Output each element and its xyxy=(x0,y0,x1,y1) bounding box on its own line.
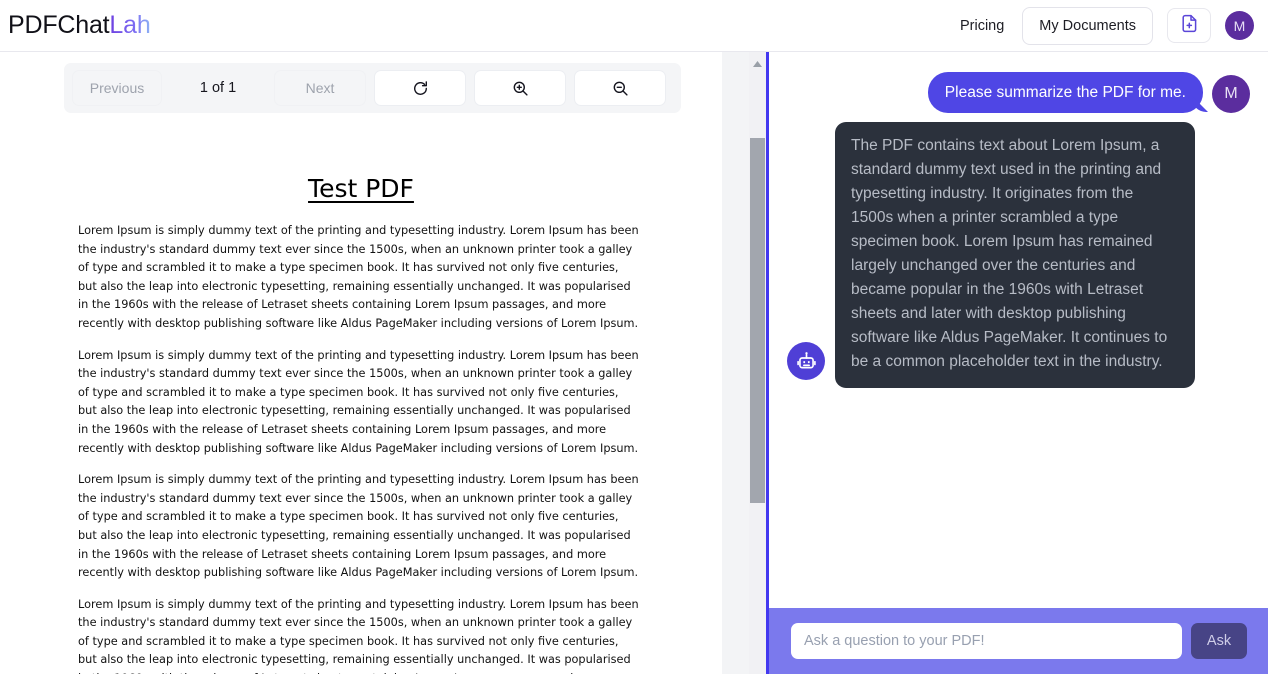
chat-message-list: Please summarize the PDF for me. M The P… xyxy=(769,52,1268,612)
brand-name-accent: Lah xyxy=(109,11,151,39)
pdf-previous-button[interactable]: Previous xyxy=(72,70,162,106)
pdf-scrollbar-thumb[interactable] xyxy=(750,138,765,503)
user-avatar: M xyxy=(1212,75,1250,113)
pdf-document-title: Test PDF xyxy=(308,174,414,203)
pdf-scrollbar[interactable] xyxy=(749,52,766,674)
chat-composer: Ask xyxy=(769,608,1268,674)
rotate-clockwise-icon xyxy=(412,80,429,97)
my-documents-button[interactable]: My Documents xyxy=(1022,6,1153,45)
zoom-in-icon xyxy=(512,80,529,97)
pdf-page-indicator: 1 of 1 xyxy=(199,80,237,96)
header-actions: Pricing My Documents M xyxy=(956,6,1254,45)
pdf-paragraph: Lorem Ipsum is simply dummy text of the … xyxy=(78,597,639,674)
header-avatar[interactable]: M xyxy=(1225,11,1254,40)
pdf-paragraph: Lorem Ipsum is simply dummy text of the … xyxy=(78,224,639,330)
pdf-paragraph: Lorem Ipsum is simply dummy text of the … xyxy=(78,348,639,455)
file-plus-icon xyxy=(1181,14,1198,38)
pdf-document-body: Lorem Ipsum is simply dummy text of the … xyxy=(78,222,640,674)
pdf-toolbar: Previous 1 of 1 Next xyxy=(64,63,681,113)
chat-message-bot: The PDF contains text about Lorem Ipsum,… xyxy=(787,122,1250,388)
bot-message-bubble: The PDF contains text about Lorem Ipsum,… xyxy=(835,122,1195,388)
brand-logo[interactable]: PDFChatLah xyxy=(8,11,151,40)
chat-input[interactable] xyxy=(791,623,1182,659)
zoom-out-icon xyxy=(612,80,629,97)
pdf-rotate-button[interactable] xyxy=(374,70,466,106)
scroll-up-arrow-icon[interactable] xyxy=(749,57,766,71)
pdf-zoom-in-button[interactable] xyxy=(474,70,566,106)
robot-icon xyxy=(787,342,825,380)
pdf-viewer-pane: Previous 1 of 1 Next Test PDF Lorem Ipsu… xyxy=(0,52,767,674)
ask-button[interactable]: Ask xyxy=(1191,623,1247,659)
brand-name-primary: PDFChat xyxy=(8,11,110,39)
chat-pane: Please summarize the PDF for me. M The P… xyxy=(769,52,1268,674)
app-header: PDFChatLah Pricing My Documents M xyxy=(0,0,1268,52)
pdf-zoom-out-button[interactable] xyxy=(574,70,666,106)
pricing-link[interactable]: Pricing xyxy=(956,12,1008,40)
chat-message-user: Please summarize the PDF for me. M xyxy=(787,72,1250,113)
pdf-page-canvas: Previous 1 of 1 Next Test PDF Lorem Ipsu… xyxy=(0,52,722,674)
pdf-paragraph: Lorem Ipsum is simply dummy text of the … xyxy=(78,473,639,580)
user-message-bubble: Please summarize the PDF for me. xyxy=(927,72,1203,113)
pdf-next-button[interactable]: Next xyxy=(274,70,366,106)
upload-document-button[interactable] xyxy=(1167,8,1211,43)
